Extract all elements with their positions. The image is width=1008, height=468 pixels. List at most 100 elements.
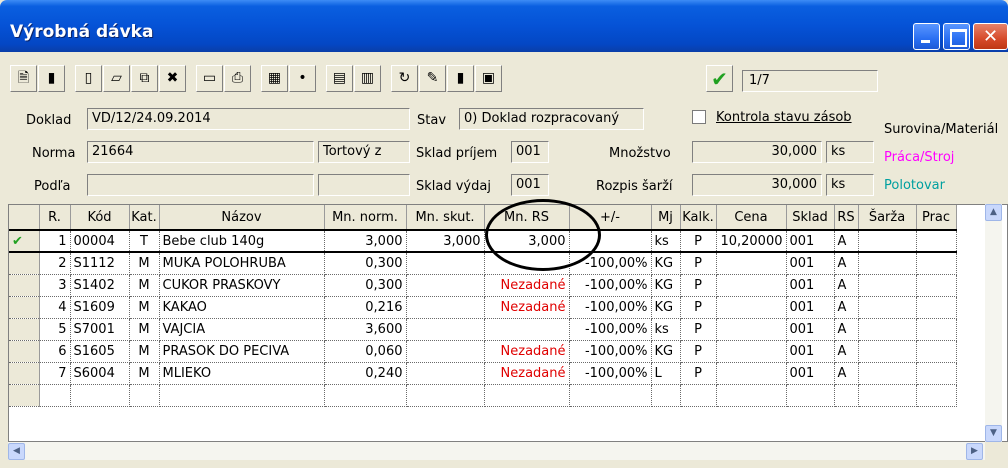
column-header[interactable]: Mn. skut. xyxy=(406,205,485,231)
table-row[interactable]: 3 S1402 M CUKOR PRASKOVY 0,300 Nezadané -100,0… xyxy=(9,274,957,297)
cell-rs[interactable]: A xyxy=(834,318,859,341)
doklad-field[interactable]: VD/12/24.09.2014 xyxy=(87,108,410,130)
cell-prac[interactable] xyxy=(916,384,957,407)
table-row[interactable]: 7 S6004 M MLIEKO 0,240 Nezadané -100,00% L P 001 A xyxy=(9,362,957,385)
refresh-icon[interactable]: ↻ xyxy=(391,65,418,92)
column-header[interactable]: Prac xyxy=(916,205,957,231)
cell-kod[interactable]: S1605 xyxy=(70,340,130,363)
row-selector[interactable] xyxy=(9,296,40,319)
cell-kod[interactable]: S7001 xyxy=(70,318,130,341)
cell-mj[interactable] xyxy=(651,384,681,407)
cell-pm[interactable]: -100,00% xyxy=(569,274,652,297)
table-row[interactable]: 5 S7001 M VAJCIA 3,600 -100,00% ks P 001 A xyxy=(9,318,957,341)
cell-kalk[interactable] xyxy=(680,384,717,407)
cell-r[interactable]: 2 xyxy=(39,252,71,275)
mnozstvo-field[interactable]: 30,000 xyxy=(692,141,822,163)
row-selector[interactable] xyxy=(9,340,40,363)
cell-r[interactable]: 6 xyxy=(39,340,71,363)
scroll-up-icon[interactable]: ▲ xyxy=(985,204,1002,221)
cell-r[interactable]: 5 xyxy=(39,318,71,341)
cell-mn-skut[interactable] xyxy=(406,252,485,275)
cell-kat[interactable]: M xyxy=(129,252,160,275)
cell-nazov[interactable]: MUKA POLOHRUBA xyxy=(159,252,325,275)
cell-prac[interactable] xyxy=(916,318,957,341)
podla-field[interactable] xyxy=(87,174,314,196)
cell-cena[interactable] xyxy=(716,340,787,363)
table-row[interactable]: ✔ 1 00004 T Bebe club 140g 3,000 3,000 3,000 ks P… xyxy=(9,229,957,253)
cell-kalk[interactable]: P xyxy=(680,296,717,319)
save-alt-icon[interactable]: ▮ xyxy=(447,65,474,92)
row-selector[interactable] xyxy=(9,274,40,297)
cell-mj[interactable]: L xyxy=(651,362,681,385)
edit-icon[interactable]: ✎ xyxy=(419,65,446,92)
cell-kod[interactable] xyxy=(70,384,130,407)
cell-sklad[interactable]: 001 xyxy=(786,318,835,341)
cell-nazov[interactable]: CUKOR PRASKOVY xyxy=(159,274,325,297)
new-doc-icon[interactable]: 🗎 xyxy=(10,65,37,92)
cell-nazov[interactable]: VAJCIA xyxy=(159,318,325,341)
cell-prac[interactable] xyxy=(916,252,957,275)
cell-sklad[interactable]: 001 xyxy=(786,274,835,297)
scroll-down-icon[interactable]: ▼ xyxy=(985,425,1002,442)
minimize-button[interactable] xyxy=(913,23,940,50)
cell-pm[interactable]: -100,00% xyxy=(569,362,652,385)
cell-r[interactable]: 7 xyxy=(39,362,71,385)
layers-icon[interactable]: ▣ xyxy=(475,65,502,92)
row-selector[interactable]: ✔ xyxy=(9,229,40,253)
cell-mj[interactable]: KG xyxy=(651,252,681,275)
column-header[interactable]: Kalk. xyxy=(680,205,717,231)
cell-kalk[interactable]: P xyxy=(680,362,717,385)
cell-sarza[interactable] xyxy=(858,252,917,275)
blank-doc-icon[interactable]: ▯ xyxy=(75,65,102,92)
norma-name-field[interactable]: Tortový z xyxy=(318,141,410,163)
rozpis-field[interactable]: 30,000 xyxy=(692,174,822,196)
row-selector[interactable] xyxy=(9,252,40,275)
cell-mn-norm[interactable]: 0,216 xyxy=(324,296,407,319)
cell-kod[interactable]: 00004 xyxy=(70,229,130,253)
print-icon[interactable]: ⎙ xyxy=(224,65,251,92)
cell-r[interactable]: 3 xyxy=(39,274,71,297)
cell-sarza[interactable] xyxy=(858,274,917,297)
cell-kalk[interactable]: P xyxy=(680,252,717,275)
cell-kod[interactable]: S6004 xyxy=(70,362,130,385)
scroll-left-icon[interactable]: ◀ xyxy=(8,443,25,460)
cell-mn-rs[interactable]: Nezadané xyxy=(484,340,570,363)
cell-kod[interactable]: S1609 xyxy=(70,296,130,319)
column-header[interactable]: RS xyxy=(834,205,859,231)
cell-kod[interactable]: S1402 xyxy=(70,274,130,297)
row-selector[interactable] xyxy=(9,362,40,385)
table-icon[interactable]: ▦ xyxy=(261,65,288,92)
delete-icon[interactable]: ✖ xyxy=(159,65,186,92)
cell-rs[interactable]: A xyxy=(834,252,859,275)
column-header[interactable]: R. xyxy=(39,205,71,231)
cell-kat[interactable]: M xyxy=(129,362,160,385)
kontrola-checkbox[interactable] xyxy=(692,110,706,124)
cell-sklad[interactable]: 001 xyxy=(786,296,835,319)
column-header[interactable]: Šarža xyxy=(858,205,917,231)
close-button[interactable] xyxy=(973,23,1008,50)
cell-rs[interactable]: A xyxy=(834,340,859,363)
confirm-check-icon[interactable]: ✔ xyxy=(706,65,733,92)
cell-mn-rs[interactable]: Nezadané xyxy=(484,362,570,385)
cell-r[interactable]: 1 xyxy=(39,229,71,253)
cell-cena[interactable] xyxy=(716,252,787,275)
cell-pm[interactable] xyxy=(569,384,652,407)
cell-mn-norm[interactable]: 0,240 xyxy=(324,362,407,385)
title-bar[interactable]: Výrobná dávka xyxy=(0,0,1008,52)
cell-mn-skut[interactable] xyxy=(406,318,485,341)
cell-mn-skut[interactable] xyxy=(406,274,485,297)
table-row[interactable] xyxy=(9,384,957,407)
cell-kalk[interactable]: P xyxy=(680,229,717,253)
cell-cena[interactable] xyxy=(716,318,787,341)
cell-kat[interactable]: M xyxy=(129,296,160,319)
cell-rs[interactable]: A xyxy=(834,362,859,385)
cell-mn-skut[interactable] xyxy=(406,362,485,385)
maximize-button[interactable] xyxy=(943,23,970,50)
cell-rs[interactable] xyxy=(834,384,859,407)
cell-mj[interactable]: KG xyxy=(651,274,681,297)
sklad-prijem-field[interactable]: 001 xyxy=(511,141,549,163)
row-selector[interactable] xyxy=(9,384,40,407)
cell-nazov[interactable]: KAKAO xyxy=(159,296,325,319)
cell-mn-norm[interactable]: 0,060 xyxy=(324,340,407,363)
vertical-scrollbar[interactable]: ▲ ▼ xyxy=(985,204,1002,442)
